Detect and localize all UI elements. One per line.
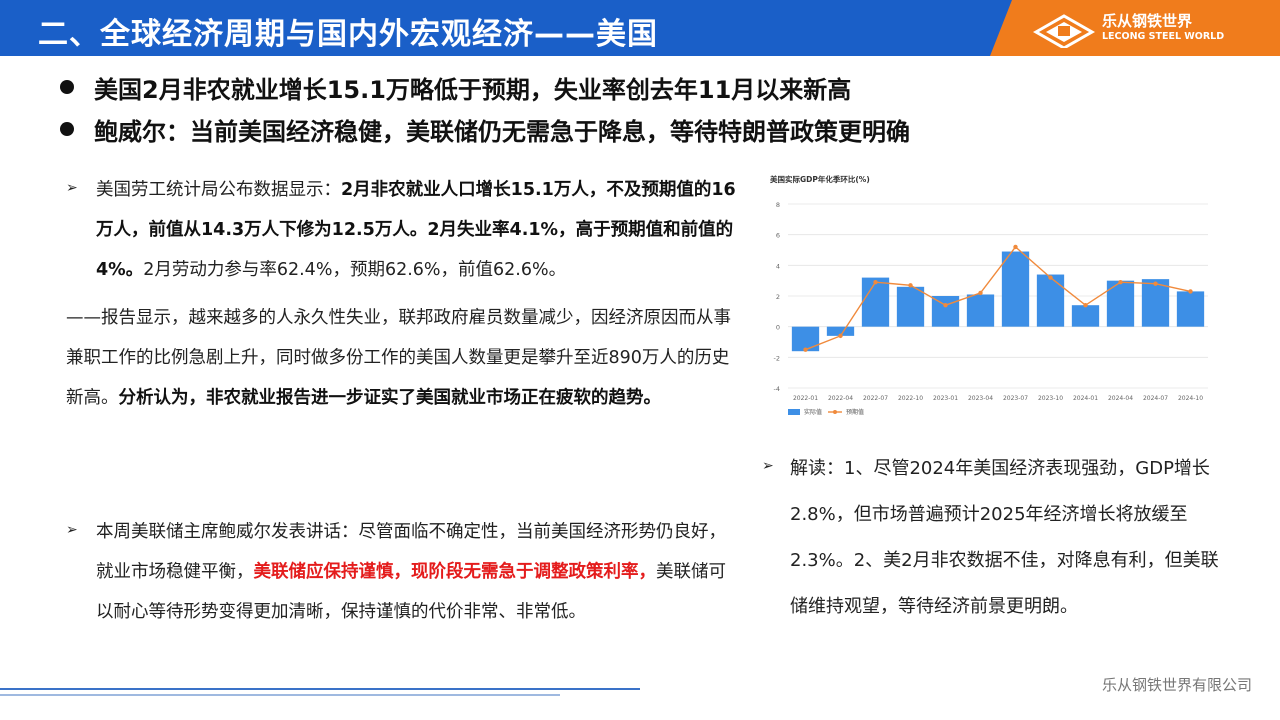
bar-actual [1071,305,1100,327]
point-expected [1188,289,1193,294]
legend-label-expected: 预期值 [846,408,864,416]
x-tick-label: 2022-04 [828,395,853,402]
y-tick-label: -4 [774,385,780,393]
logo-chinese-name: 乐从钢铁世界 [1102,12,1193,30]
x-tick-label: 2022-01 [793,395,818,402]
company-logo-icon [1032,14,1096,48]
point-expected [1083,303,1088,308]
bar-actual [896,286,925,327]
analysis-text: 分析认为，非农就业报告进一步证实了美国就业市场正在疲软的趋势。 [118,388,662,408]
key-bullet-text: 美国2月非农就业增长15.1万略低于预期，失业率创去年11月以来新高 [94,75,852,104]
bar-actual [1001,251,1030,327]
bar-actual [1106,280,1135,327]
y-tick-label: 2 [776,293,780,301]
arrow-bullet-icon: ➢ [66,180,78,196]
point-expected [1013,244,1018,250]
legend-label-actual: 实际值 [804,408,822,416]
key-bullet-text: 鲍威尔：当前美国经济稳健，美联储仍无需急于降息，等待特朗普政策更明确 [94,117,910,146]
y-tick-label: 0 [776,324,780,332]
bar-actual [966,294,995,327]
y-tick-label: 8 [776,201,780,209]
y-tick-label: -2 [774,354,780,362]
header-bar: 二、全球经济周期与国内外宏观经济——美国 乐从钢铁世界 LECONG STEEL… [0,0,1280,56]
point-expected [1048,275,1053,280]
x-tick-label: 2023-01 [933,395,958,402]
point-expected [943,303,948,308]
legend-swatch-actual [788,409,800,415]
legend-dot-expected [833,410,837,414]
report-paragraph: ——报告显示，越来越多的人永久性失业，联邦政府雇员数量减少，因经济原因而从事兼职… [66,298,736,418]
point-expected [908,283,913,288]
x-tick-label: 2023-10 [1038,395,1063,402]
point-expected [978,290,983,296]
footer-divider-light [0,694,560,696]
chart-title: 美国实际GDP年化季环比(%) [770,174,870,184]
employment-lead: 美国劳工统计局公布数据显示： [96,180,341,200]
key-bullet: 美国2月非农就业增长15.1万略低于预期，失业率创去年11月以来新高 [60,66,910,108]
x-tick-label: 2022-10 [898,395,923,402]
point-expected [1153,281,1158,286]
x-tick-label: 2023-04 [968,395,993,402]
bar-actual [1176,291,1205,327]
point-expected [873,280,878,285]
x-tick-label: 2024-04 [1108,395,1133,402]
logo-english-name: LECONG STEEL WORLD [1102,31,1225,42]
x-tick-label: 2023-07 [1003,395,1028,402]
x-tick-label: 2022-07 [863,395,888,402]
bullet-dot-icon [60,122,74,136]
key-bullet: 鲍威尔：当前美国经济稳健，美联储仍无需急于降息，等待特朗普政策更明确 [60,108,910,150]
powell-paragraph: 本周美联储主席鲍威尔发表讲话：尽管面临不确定性，当前美国经济形势仍良好，就业市场… [96,512,736,632]
x-tick-label: 2024-10 [1178,395,1203,402]
employment-paragraph: 美国劳工统计局公布数据显示：2月非农就业人口增长15.1万人，不及预期值的16万… [96,170,736,290]
bullet-dot-icon [60,80,74,94]
y-tick-label: 4 [776,262,780,270]
point-expected [803,347,808,352]
bar-actual [931,296,960,327]
footer-company: 乐从钢铁世界有限公司 [1101,676,1252,694]
page-title: 二、全球经济周期与国内外宏观经济——美国 [38,17,658,52]
bar-actual [861,277,890,327]
bar-actual [1036,274,1065,327]
point-expected [1118,280,1123,285]
footer-divider [0,688,640,690]
point-expected [838,333,843,339]
gdp-chart: 美国实际GDP年化季环比(%) -4 -2 0 2 4 6 8 2022-01 2022-04 20… [770,174,1208,416]
x-tick-label: 2024-07 [1143,395,1168,402]
x-tick-label: 2024-01 [1073,395,1098,402]
y-tick-label: 6 [776,232,780,240]
powell-highlight: 美联储应保持谨慎，现阶段无需急于调整政策利率， [253,562,657,582]
arrow-bullet-icon: ➢ [762,458,774,474]
reading-paragraph: 解读：1、尽管2024年美国经济表现强劲，GDP增长2.8%，但市场普遍预计20… [790,458,1219,617]
key-bullets: 美国2月非农就业增长15.1万略低于预期，失业率创去年11月以来新高 鲍威尔：当… [60,66,910,150]
arrow-bullet-icon: ➢ [66,522,78,538]
employment-tail: 2月劳动力参与率62.4%，预期62.6%，前值62.6%。 [143,260,567,280]
